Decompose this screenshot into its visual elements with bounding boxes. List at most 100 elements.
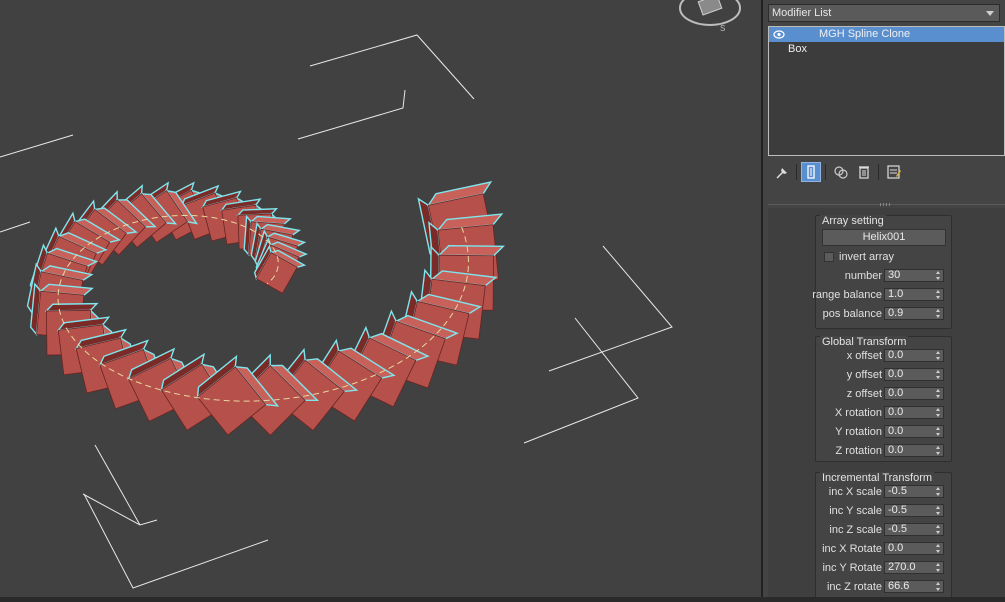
- modifier-list-dropdown[interactable]: Modifier List: [768, 4, 1000, 22]
- box-side-face: [44, 302, 99, 312]
- param-pos-balance: pos balance 0.9: [816, 307, 953, 321]
- y-offset-spinner[interactable]: 0.0: [884, 368, 944, 381]
- modifier-rollout: Array setting Helix001 invert array numb…: [768, 208, 1005, 602]
- spinner-value: 0.0: [888, 542, 904, 554]
- spinner-arrows-icon[interactable]: [936, 487, 941, 496]
- spinner-value: 0.0: [888, 368, 904, 380]
- spinner-arrows-icon[interactable]: [936, 525, 941, 534]
- z-rotation-spinner[interactable]: 0.0: [884, 444, 944, 457]
- group-title: Array setting: [820, 215, 886, 228]
- inc-z-scale-spinner[interactable]: -0.5: [884, 523, 944, 536]
- spinner-arrows-icon[interactable]: [936, 370, 941, 379]
- param-label: inc Z rotate: [826, 581, 882, 593]
- make-unique-button[interactable]: [831, 162, 851, 182]
- param-inc-y-scale: inc Y scale -0.5: [816, 504, 953, 518]
- spinner-arrows-icon[interactable]: [936, 544, 941, 553]
- param-inc-z-scale: inc Z scale -0.5: [816, 523, 953, 537]
- spinner-arrows-icon[interactable]: [936, 506, 941, 515]
- param-inc-x-scale: inc X scale -0.5: [816, 485, 953, 499]
- pos-balance-spinner[interactable]: 0.9: [884, 307, 944, 320]
- z-offset-spinner[interactable]: 0.0: [884, 387, 944, 400]
- spinner-arrows-icon[interactable]: [936, 389, 941, 398]
- param-label: inc Z scale: [829, 524, 882, 536]
- param-label: Z rotation: [835, 445, 882, 457]
- spinner-arrows-icon[interactable]: [936, 351, 941, 360]
- spinner-value: 30: [888, 269, 901, 281]
- spinner-value: -0.5: [888, 523, 907, 535]
- x-rotation-spinner[interactable]: 0.0: [884, 406, 944, 419]
- param-inc-x-rotate: inc X Rotate 0.0: [816, 542, 953, 556]
- viewcube-icon[interactable]: S: [679, 0, 741, 33]
- spinner-value: 0.0: [888, 406, 904, 418]
- trash-icon: [859, 166, 869, 179]
- spinner-arrows-icon[interactable]: [936, 271, 941, 280]
- modifier-list-label: Modifier List: [772, 7, 832, 19]
- configure-modifier-sets-icon: [887, 165, 901, 179]
- show-end-result-button[interactable]: [801, 162, 821, 182]
- param-label: number: [844, 270, 882, 282]
- command-panel: Modifier List MGH Spline Clone Box Array…: [763, 0, 1005, 602]
- spinner-arrows-icon[interactable]: [936, 309, 941, 318]
- pin-stack-button[interactable]: [772, 162, 792, 182]
- spinner-arrows-icon[interactable]: [936, 446, 941, 455]
- invert-array-label: invert array: [839, 251, 895, 263]
- inc-x-scale-spinner[interactable]: -0.5: [884, 485, 944, 498]
- stack-toolbar: [768, 160, 1005, 184]
- svg-text:S: S: [720, 24, 725, 33]
- viewport-scene: S: [0, 0, 741, 589]
- spinner-value: 0.0: [888, 387, 904, 399]
- param-label: inc Y scale: [829, 505, 882, 517]
- perspective-viewport[interactable]: S: [0, 0, 761, 602]
- param-inc-z-rotate: inc Z rotate 66.6: [816, 580, 953, 594]
- param-label: pos balance: [822, 308, 882, 320]
- param-label: Y rotation: [835, 426, 882, 438]
- eye-icon[interactable]: [773, 29, 785, 40]
- number-spinner[interactable]: 30: [884, 269, 944, 282]
- panel-divider-grip[interactable]: [768, 203, 1005, 207]
- spinner-arrows-icon[interactable]: [936, 582, 941, 591]
- spinner-value: 66.6: [888, 580, 910, 592]
- param-label: inc X Rotate: [822, 543, 882, 555]
- inc-z-rotate-spinner[interactable]: 66.6: [884, 580, 944, 593]
- stack-item-box[interactable]: Box: [769, 42, 1004, 57]
- param-label: range balance: [812, 289, 882, 301]
- param-y-offset: y offset 0.0: [816, 368, 953, 382]
- param-label: y offset: [846, 369, 882, 381]
- spline-clone-array[interactable]: [26, 181, 508, 442]
- range-balance-spinner[interactable]: 1.0: [884, 288, 944, 301]
- param-label: inc Y Rotate: [822, 562, 882, 574]
- modifier-stack[interactable]: MGH Spline Clone Box: [768, 26, 1005, 156]
- pin-stack-icon: [776, 168, 787, 179]
- spinner-value: -0.5: [888, 504, 907, 516]
- spinner-arrows-icon[interactable]: [936, 408, 941, 417]
- param-inc-y-rotate: inc Y Rotate 270.0: [816, 561, 953, 575]
- spinner-value: 0.0: [888, 349, 904, 361]
- spinner-value: 0.0: [888, 444, 904, 456]
- pick-spline-button[interactable]: Helix001: [822, 229, 946, 246]
- spinner-arrows-icon[interactable]: [936, 563, 941, 572]
- invert-array-checkbox[interactable]: [824, 252, 834, 262]
- group-title: Incremental Transform: [820, 472, 935, 485]
- stack-item-mgh-spline-clone[interactable]: MGH Spline Clone: [769, 27, 1004, 42]
- spinner-value: 0.0: [888, 425, 904, 437]
- inc-x-rotate-spinner[interactable]: 0.0: [884, 542, 944, 555]
- spinner-arrows-icon[interactable]: [936, 427, 941, 436]
- inc-y-rotate-spinner[interactable]: 270.0: [884, 561, 944, 574]
- y-rotation-spinner[interactable]: 0.0: [884, 425, 944, 438]
- spinner-value: 270.0: [888, 561, 916, 573]
- x-offset-spinner[interactable]: 0.0: [884, 349, 944, 362]
- toolbar-separator: [878, 164, 879, 180]
- param-x-rotation: X rotation 0.0: [816, 406, 953, 420]
- show-end-result-icon: [807, 165, 815, 179]
- inc-y-scale-spinner[interactable]: -0.5: [884, 504, 944, 517]
- configure-modifier-sets-button[interactable]: [884, 162, 904, 182]
- remove-modifier-button[interactable]: [854, 162, 874, 182]
- stack-item-label: Box: [788, 43, 807, 55]
- spinner-value: -0.5: [888, 485, 907, 497]
- param-z-offset: z offset 0.0: [816, 387, 953, 401]
- spinner-arrows-icon[interactable]: [936, 290, 941, 299]
- param-label: z offset: [846, 388, 882, 400]
- make-unique-icon: [834, 166, 848, 179]
- param-range-balance: range balance 1.0: [812, 288, 953, 302]
- global-transform-group: Global Transform x offset 0.0 y offset 0…: [815, 336, 952, 462]
